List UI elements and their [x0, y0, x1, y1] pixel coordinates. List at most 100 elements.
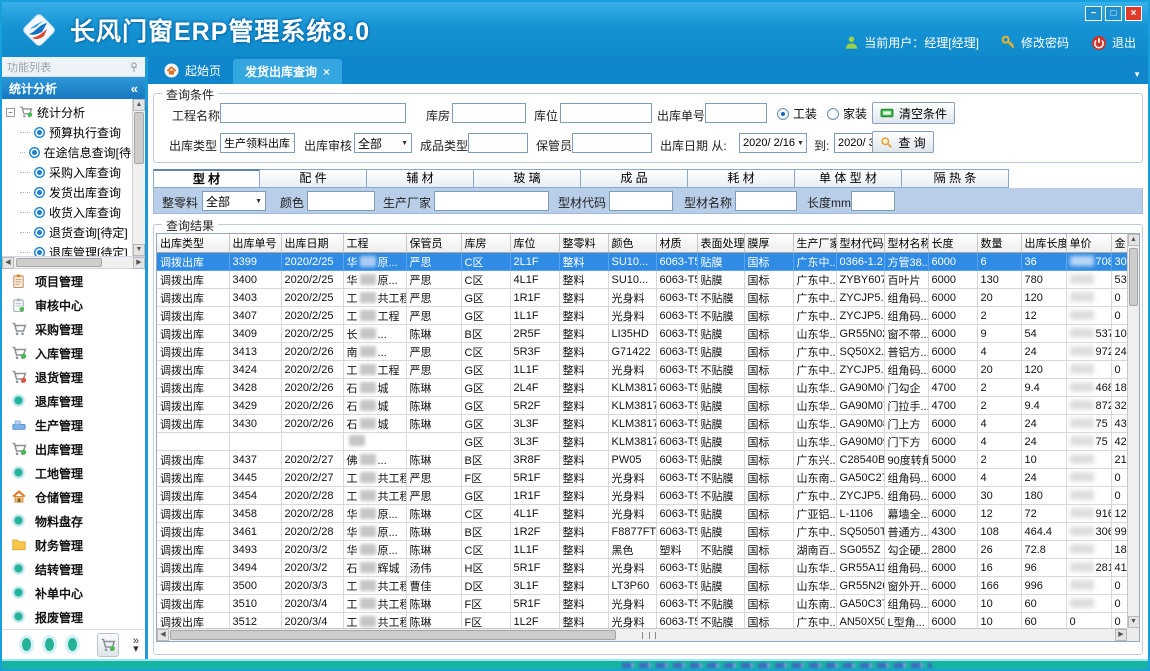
nav-dot-button[interactable]	[68, 638, 77, 651]
pin-icon[interactable]	[128, 61, 140, 73]
column-header[interactable]: 数量	[977, 234, 1021, 253]
table-row[interactable]: 调拨出库34302020/2/26石城陈琳G区3L3F整料KLM38176063…	[157, 415, 1133, 433]
sidebar-item[interactable]: 物料盘存	[2, 509, 145, 533]
date-from-picker[interactable]: 2020/ 2/16▼	[739, 133, 807, 153]
project-name-input[interactable]	[220, 103, 406, 123]
sidebar-item[interactable]: 采购管理	[2, 317, 145, 341]
outbound-type-select[interactable]: 生产领料出库▼	[220, 133, 295, 153]
table-row[interactable]: 调拨出库34242020/2/26工工程严思G区1L1F整料光身料6063-T5…	[157, 361, 1133, 379]
clear-conditions-button[interactable]: 清空条件	[872, 102, 955, 124]
column-header[interactable]: 工程	[343, 234, 406, 253]
tree-root[interactable]: − 统计分析	[6, 102, 131, 122]
order-no-input[interactable]	[705, 103, 767, 123]
location-input[interactable]	[560, 103, 652, 123]
column-header[interactable]: 保管员	[406, 234, 461, 253]
change-password-button[interactable]: 修改密码	[1001, 34, 1069, 51]
nav-dot-button[interactable]	[45, 638, 54, 651]
column-header[interactable]: 库房	[461, 234, 510, 253]
material-tab[interactable]: 辅 材	[367, 169, 474, 188]
tab-close-icon[interactable]: ×	[323, 65, 330, 79]
scroll-up-icon[interactable]: ▲	[133, 99, 145, 111]
column-header[interactable]: 单价	[1066, 234, 1111, 253]
table-row[interactable]: 调拨出库34092020/2/25长...陈琳B区2R5F整料LI35HD606…	[157, 325, 1133, 343]
search-button[interactable]: 查 询	[872, 131, 934, 153]
column-header[interactable]: 出库长度	[1021, 234, 1066, 253]
table-row[interactable]: 调拨出库34132020/2/26南...严思C区5R3F整料G71422606…	[157, 343, 1133, 361]
tree-item[interactable]: 收货入库查询	[6, 202, 131, 222]
table-row[interactable]: 调拨出库34372020/2/27佛...陈琳B区3R8F整料PW056063-…	[157, 451, 1133, 469]
audit-select[interactable]: 全部▼	[354, 133, 412, 153]
sidebar-item[interactable]: 报废管理	[2, 605, 145, 629]
section-header[interactable]: 统计分析 «	[2, 77, 145, 99]
table-row[interactable]: 调拨出库34542020/2/28工共工程严思G区1R1F整料光身料6063-T…	[157, 487, 1133, 505]
table-row[interactable]: 调拨出库33992020/2/25华原...严思C区2L1F整料SU10...6…	[157, 253, 1133, 271]
scrollbar-thumb[interactable]	[1129, 248, 1138, 306]
tree-item[interactable]: 采购入库查询	[6, 162, 131, 182]
nav-dot-button[interactable]	[22, 638, 31, 651]
sidebar-item[interactable]: 补单中心	[2, 581, 145, 605]
sidebar-item[interactable]: 审核中心	[2, 293, 145, 317]
table-row[interactable]: 调拨出库34452020/2/27工共工程严思F区5R1F整料光身料6063-T…	[157, 469, 1133, 487]
material-tab[interactable]: 成 品	[581, 169, 688, 188]
column-header[interactable]: 颜色	[608, 234, 656, 253]
close-button[interactable]: ×	[1125, 6, 1142, 21]
grid-horizontal-scrollbar[interactable]: ◀ ▶	[157, 628, 1127, 641]
profile-code-input[interactable]	[609, 191, 673, 211]
sidebar-item[interactable]: 退库管理	[2, 389, 145, 413]
column-header[interactable]: 出库单号	[229, 234, 281, 253]
whole-scrap-select[interactable]: 全部▼	[202, 191, 266, 211]
material-tab[interactable]: 耗 材	[688, 169, 795, 188]
table-row[interactable]: 调拨出库34002020/2/25华原...严思C区4L1F整料SU10...6…	[157, 271, 1133, 289]
scrollbar-thumb[interactable]	[134, 112, 144, 164]
scrollbar-thumb[interactable]	[170, 630, 616, 640]
tab-home[interactable]: 起始页	[152, 57, 233, 84]
radio-home-decoration[interactable]: 家装	[827, 105, 867, 122]
scroll-up-icon[interactable]: ▲	[1128, 234, 1140, 246]
tree-item[interactable]: 退货查询[待定]	[6, 222, 131, 242]
material-tab[interactable]: 隔 热 条	[902, 169, 1009, 188]
scroll-left-icon[interactable]: ◀	[2, 257, 14, 269]
tree-item[interactable]: 发货出库查询	[6, 182, 131, 202]
tree-item[interactable]: 预算执行查询	[6, 122, 131, 142]
tree-vertical-scrollbar[interactable]: ▲ ▼	[132, 99, 145, 256]
column-header[interactable]: 生产厂家	[793, 234, 836, 253]
table-row[interactable]: 调拨出库34032020/2/25工共工程严思G区1R1F整料光身料6063-T…	[157, 289, 1133, 307]
sidebar-item[interactable]: 入库管理	[2, 341, 145, 365]
collapse-icon[interactable]: «	[131, 81, 138, 96]
sidebar-item[interactable]: 项目管理	[2, 269, 145, 293]
column-header[interactable]: 出库日期	[281, 234, 343, 253]
table-row[interactable]: 调拨出库34282020/2/26石城陈琳G区2L4F整料KLM38176063…	[157, 379, 1133, 397]
sidebar-item[interactable]: 生产管理	[2, 413, 145, 437]
minimize-button[interactable]: −	[1085, 6, 1102, 21]
table-row[interactable]: 调拨出库35002020/3/3工共工程曹佳D区3L1F整料LT3P606063…	[157, 577, 1133, 595]
profile-name-input[interactable]	[735, 191, 797, 211]
scrollbar-grip[interactable]	[642, 632, 656, 639]
scroll-right-icon[interactable]: ▶	[133, 257, 145, 269]
tree-item[interactable]: 在途信息查询[待	[6, 142, 131, 162]
scroll-right-icon[interactable]: ▶	[1115, 629, 1127, 641]
length-input[interactable]	[851, 191, 895, 211]
table-row[interactable]: 调拨出库34072020/2/25工工程严思G区1L1F整料光身料6063-T5…	[157, 307, 1133, 325]
column-header[interactable]: 膜厚	[744, 234, 793, 253]
tree-horizontal-scrollbar[interactable]: ◀ ▶	[2, 257, 145, 269]
logout-button[interactable]: 退出	[1091, 34, 1136, 51]
tree-item[interactable]: 退库管理[待定]	[6, 242, 131, 257]
tab-list-caret-icon[interactable]: ▼	[1133, 70, 1141, 79]
overflow-menu-button[interactable]: »▾	[133, 637, 139, 653]
column-header[interactable]: 库位	[510, 234, 559, 253]
sidebar-item[interactable]: 仓储管理	[2, 485, 145, 509]
tab-shipment-outbound-query[interactable]: 发货出库查询 ×	[233, 59, 342, 84]
column-header[interactable]: 型材名称	[884, 234, 928, 253]
table-row[interactable]: 调拨出库34942020/3/2石辉城汤伟H区5R1F整料光身料6063-T5贴…	[157, 559, 1133, 577]
table-row[interactable]: 调拨出库34292020/2/26石城陈琳G区5R2F整料KLM38176063…	[157, 397, 1133, 415]
sidebar-item[interactable]: 出库管理	[2, 437, 145, 461]
maximize-button[interactable]: □	[1105, 6, 1122, 21]
column-header[interactable]: 表面处理	[697, 234, 744, 253]
sidebar-item[interactable]: 退货管理	[2, 365, 145, 389]
radio-work-decoration[interactable]: 工装	[777, 105, 817, 122]
color-input[interactable]	[307, 191, 375, 211]
keeper-input[interactable]	[572, 133, 652, 153]
table-row[interactable]: 调拨出库34582020/2/28华原...陈琳C区4L1F整料光身料6063-…	[157, 505, 1133, 523]
sidebar-item[interactable]: 工地管理	[2, 461, 145, 485]
table-row[interactable]: 调拨出库34932020/3/2华原...陈琳C区1L1F整料黑色塑料不贴膜国标…	[157, 541, 1133, 559]
